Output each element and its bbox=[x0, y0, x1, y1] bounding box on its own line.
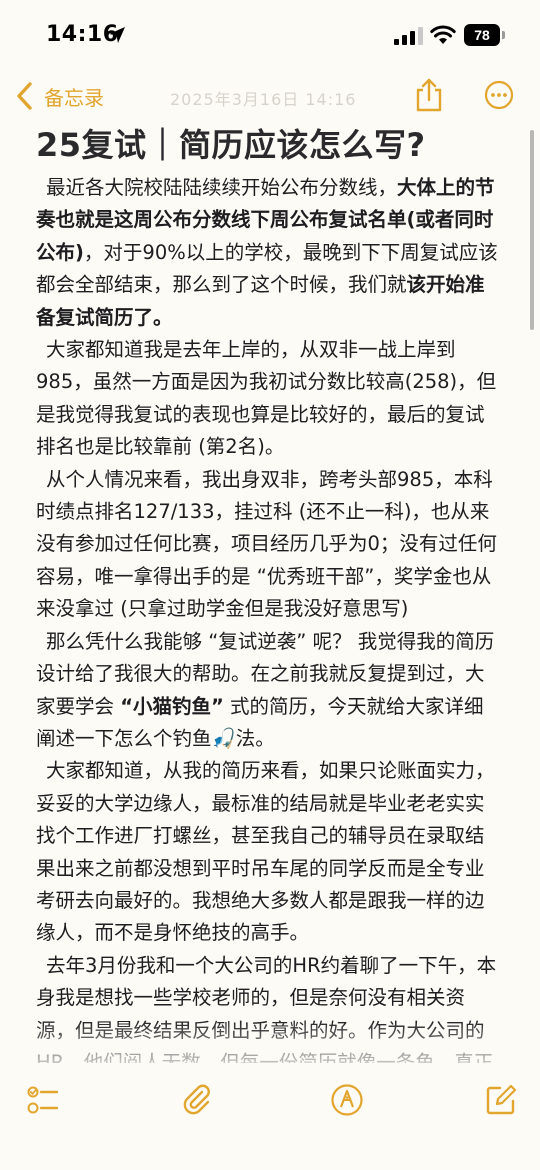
note-body[interactable]: 最近各大院校陆陆续续开始公布分数线，大体上的节奏也就是这周公布分数线下周公布复试… bbox=[36, 172, 502, 1063]
location-arrow-icon bbox=[109, 27, 125, 43]
note-bold-text: “小猫钓鱼” bbox=[120, 694, 224, 718]
wifi-icon bbox=[430, 25, 456, 44]
note-text: 最近各大院校陆陆续续开始公布分数线， bbox=[46, 176, 398, 199]
ellipsis-icon[interactable] bbox=[484, 80, 514, 110]
note-content[interactable]: 25复试｜简历应该怎么写? 最近各大院校陆陆续续开始公布分数线，大体上的节奏也就… bbox=[0, 118, 540, 1063]
note-paragraph[interactable]: 大家都知道我是去年上岸的，从双非一战上岸到985，虽然一方面是因为我初试分数比较… bbox=[36, 334, 502, 464]
markup-pen-icon[interactable] bbox=[330, 1083, 364, 1117]
back-label: 备忘录 bbox=[44, 85, 104, 110]
paperclip-icon[interactable] bbox=[180, 1083, 214, 1117]
chevron-left-icon bbox=[17, 82, 32, 110]
note-text: 从个人情况来看，我出身双非，跨考头部985，本科时绩点排名127/133，挂过科… bbox=[36, 467, 497, 621]
compose-icon[interactable] bbox=[484, 1083, 518, 1117]
cellular-signal-icon bbox=[394, 27, 423, 45]
back-button[interactable]: 备忘录 bbox=[14, 78, 104, 114]
note-date: 2025年3月16日 14:16 bbox=[170, 90, 357, 109]
note-text: 大家都知道我是去年上岸的，从双非一战上岸到985，虽然一方面是因为我初试分数比较… bbox=[36, 338, 497, 459]
share-icon[interactable] bbox=[414, 78, 444, 112]
battery-icon: 78 bbox=[464, 24, 506, 46]
bottom-toolbar bbox=[0, 1075, 540, 1125]
note-paragraph[interactable]: 大家都知道，从我的简历来看，如果只论账面实力，妥妥的大学边缘人，最标准的结局就是… bbox=[36, 755, 502, 949]
note-title[interactable]: 25复试｜简历应该怎么写? bbox=[36, 120, 426, 166]
scrollbar[interactable] bbox=[530, 130, 534, 330]
note-paragraph[interactable]: 从个人情况来看，我出身双非，跨考头部985，本科时绩点排名127/133，挂过科… bbox=[36, 464, 502, 626]
note-paragraph[interactable]: 最近各大院校陆陆续续开始公布分数线，大体上的节奏也就是这周公布分数线下周公布复试… bbox=[36, 172, 502, 334]
checklist-icon[interactable] bbox=[26, 1083, 60, 1117]
battery-level: 78 bbox=[464, 24, 500, 46]
status-bar: 14:16 78 bbox=[0, 0, 540, 72]
note-text: 大家都知道，从我的简历来看，如果只论账面实力，妥妥的大学边缘人，最标准的结局就是… bbox=[36, 759, 495, 945]
note-paragraph[interactable]: 那么凭什么我能够 “复试逆袭” 呢？ 我觉得我的简历设计给了我很大的帮助。在之前… bbox=[36, 626, 502, 756]
nav-bar: 备忘录 2025年3月16日 14:16 bbox=[0, 72, 540, 122]
